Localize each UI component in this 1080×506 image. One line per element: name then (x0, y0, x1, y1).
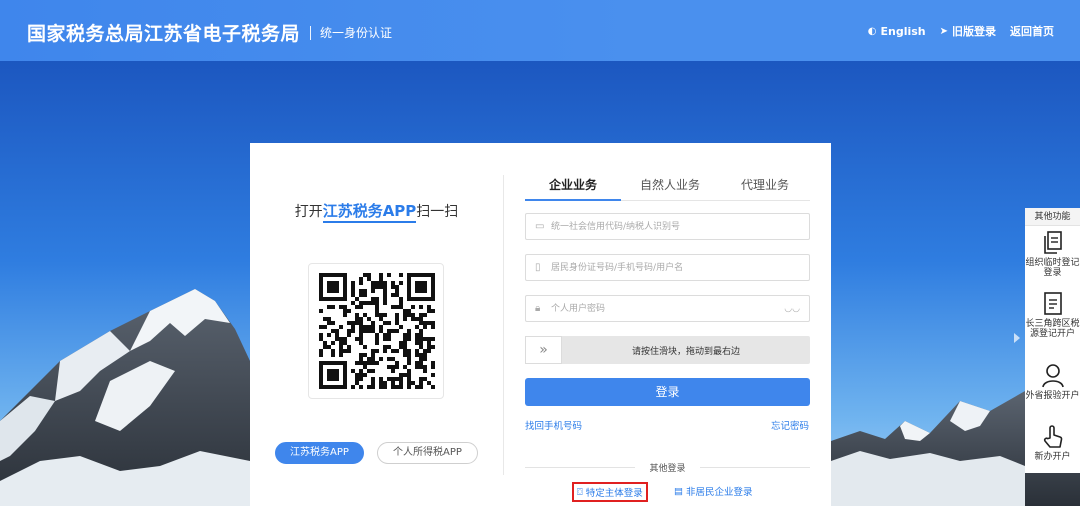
side-item-out-of-province[interactable]: 外省报验开户 (1025, 363, 1080, 401)
nav-english[interactable]: ◐ English (868, 23, 926, 39)
side-item-new-account[interactable]: 新办开户 (1025, 424, 1080, 462)
tab-enterprise[interactable]: 企业业务 (549, 176, 597, 193)
business-tabs: 企业业务 自然人业务 代理业务 (525, 175, 810, 201)
user-icon (1041, 364, 1064, 388)
site-subtitle: 统一身份认证 (320, 26, 393, 40)
qr-title-suffix: 扫一扫 (416, 204, 459, 220)
login-card: 打开江苏税务APP扫一扫 江苏税务APP 个人所得税APP 企业业务 自然人业务… (250, 143, 831, 506)
login-button[interactable]: 登录 (525, 378, 810, 406)
slider-handle[interactable]: » (525, 336, 562, 364)
credit-code-input[interactable] (551, 214, 809, 239)
qr-code (308, 263, 444, 399)
divider-line-right (700, 467, 810, 468)
brand: 国家税务总局江苏省电子税务局 统一身份认证 (27, 19, 392, 46)
other-login-divider: 其他登录 (525, 461, 810, 474)
document-icon (1043, 292, 1062, 315)
slider-captcha: » 请按住滑块，拖动到最右边 (525, 336, 810, 364)
qr-code-image (319, 273, 435, 389)
site-title: 国家税务总局江苏省电子税务局 (27, 23, 301, 45)
non-resident-login[interactable]: ▤ 非居民企业登录 (674, 484, 753, 499)
special-entity-login[interactable]: ⌼ 特定主体登录 (572, 482, 648, 502)
password-field: 🔒︎ ◡◡ (525, 295, 810, 322)
top-header: 国家税务总局江苏省电子税务局 统一身份认证 ◐ English ➤ 旧版登录 返… (0, 0, 1080, 61)
credit-code-field: ▭ (525, 213, 810, 240)
title-divider (310, 25, 312, 40)
forgot-password-link[interactable]: 忘记密码 (771, 418, 809, 432)
side-item-yangtze-delta[interactable]: 长三角跨区税源登记开户 (1025, 291, 1080, 339)
side-item-out-of-province-label: 外省报验开户 (1025, 391, 1080, 401)
password-input[interactable] (551, 296, 809, 321)
panel-divider (503, 175, 504, 475)
non-resident-login-label: 非居民企业登录 (685, 487, 753, 498)
hand-pointer-icon (1043, 425, 1062, 448)
nav-old-login[interactable]: ➤ 旧版登录 (940, 23, 996, 39)
id-card-icon: ▭ (535, 220, 545, 232)
nav-old-login-label: 旧版登录 (952, 25, 996, 38)
side-item-temp-registration-label: 组织临时登记登录 (1025, 258, 1080, 278)
nav-home[interactable]: 返回首页 (1010, 23, 1054, 39)
copy-document-icon (1043, 231, 1062, 254)
side-item-temp-registration[interactable]: 组织临时登记登录 (1025, 230, 1080, 278)
side-functions-panel: 其他功能 组织临时登记登录 长三角跨区税源登记开户 外省报验开户 新办开户 (1025, 208, 1080, 473)
tab-agent[interactable]: 代理业务 (741, 176, 789, 193)
lock-icon: 🔒︎ (535, 302, 541, 314)
slider-hint: 请按住滑块，拖动到最右边 (631, 347, 740, 357)
globe-icon: ◐ (867, 25, 877, 37)
eye-closed-icon[interactable]: ◡◡ (784, 304, 800, 314)
side-item-new-account-label: 新办开户 (1034, 452, 1071, 462)
qr-scan-title: 打开江苏税务APP扫一扫 (250, 200, 503, 223)
building-id-icon: ▤ (674, 485, 683, 497)
special-entity-login-label: 特定主体登录 (585, 488, 643, 499)
nav-home-label: 返回首页 (1010, 25, 1054, 38)
camera-icon: ⌼ (577, 486, 583, 498)
user-id-input[interactable] (551, 255, 809, 280)
side-item-yangtze-delta-label: 长三角跨区税源登记开户 (1025, 319, 1080, 339)
active-tab-indicator (525, 199, 621, 201)
nav-english-label: English (880, 24, 926, 38)
jiangsu-tax-app-button[interactable]: 江苏税务APP (275, 442, 364, 464)
tab-individual[interactable]: 自然人业务 (640, 176, 700, 193)
user-id-field: ▯ (525, 254, 810, 281)
side-panel-title: 其他功能 (1025, 208, 1080, 226)
side-panel-toggle-arrow[interactable] (1014, 333, 1020, 343)
qr-title-app-name: 江苏税务APP (322, 202, 417, 223)
personal-tax-app-button[interactable]: 个人所得税APP (377, 442, 478, 464)
qr-title-prefix: 打开 (294, 204, 323, 220)
header-nav: ◐ English ➤ 旧版登录 返回首页 (868, 23, 1054, 39)
find-phone-link[interactable]: 找回手机号码 (525, 418, 582, 432)
mobile-icon: ▯ (535, 261, 541, 273)
double-chevron-right-icon: » (539, 342, 548, 358)
send-icon: ➤ (939, 25, 948, 37)
